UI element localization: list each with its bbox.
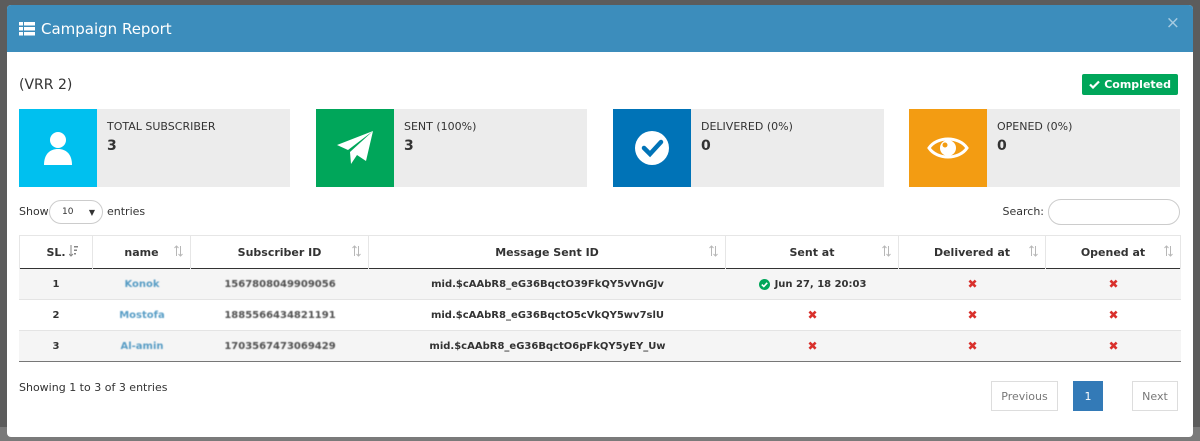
column-header-sl[interactable]: SL. [19,236,93,269]
column-header-delivered-at[interactable]: Delivered at [899,236,1046,269]
cell-message-id: mid.$cAAbR8_eG36BqctO5cVkQY5wv7slU [430,309,665,321]
length-value: 10 [62,207,74,217]
cell-name-link[interactable]: Konok [93,269,191,299]
close-button[interactable]: × [1166,15,1180,32]
sort-icon [709,245,718,257]
cross-icon: ✖ [807,339,818,353]
stat-value: 0 [997,138,1007,154]
paper-plane-icon [316,109,394,187]
cross-icon: ✖ [967,308,978,322]
previous-page-button[interactable]: Previous [991,381,1058,411]
sort-icon [174,245,183,257]
table-row: 2 Mostofa 1885566434821191 mid.$cAAbR8_e… [19,300,1181,331]
status-badge-label: Completed [1104,78,1171,91]
entries-label: entries [107,205,146,218]
page-1-button[interactable]: 1 [1073,381,1103,411]
cell-sent-at: Jun 27, 18 20:03 [726,269,899,299]
search-label: Search: [1002,205,1045,218]
sort-icon [1029,245,1038,257]
eye-icon [909,109,987,187]
list-icon [19,21,35,36]
column-header-message-sent-id[interactable]: Message Sent ID [369,236,726,269]
cross-icon: ✖ [807,308,818,322]
stat-value: 3 [404,138,414,154]
cell-name-link[interactable]: Mostofa [93,300,191,330]
cell-message-id: mid.$cAAbR8_eG36BqctO6pFkQY5yEY_Uw [429,340,666,352]
cell-opened-at: ✖ [1046,300,1181,330]
column-header-name[interactable]: name [93,236,191,269]
cell-message-id: mid.$cAAbR8_eG36BqctO39FkQY5vVnGJv [431,278,664,290]
cross-icon: ✖ [1108,339,1119,353]
sort-icon [882,245,891,257]
sort-amount-icon [69,245,78,257]
cross-icon: ✖ [1108,308,1119,322]
table-info: Showing 1 to 3 of 3 entries [19,381,168,394]
status-badge: Completed [1082,74,1178,95]
table-header: SL. name Subscriber ID Message Sent ID S… [19,235,1181,269]
stat-total-subscriber: TOTAL SUBSCRIBER 3 [19,109,290,187]
search-input[interactable] [1048,199,1180,225]
check-circle-icon [613,109,691,187]
cell-delivered-at: ✖ [899,269,1046,299]
table-body: 1 Konok 1567808049909056 mid.$cAAbR8_eG3… [19,269,1181,362]
stat-value: 0 [701,138,711,154]
stat-label: DELIVERED (0%) [701,120,793,133]
cell-opened-at: ✖ [1046,331,1181,361]
stat-delivered: DELIVERED (0%) 0 [613,109,884,187]
sort-icon [1164,245,1173,257]
cell-delivered-at: ✖ [899,300,1046,330]
cross-icon: ✖ [967,277,978,291]
column-header-sent-at[interactable]: Sent at [726,236,899,269]
cell-sl: 3 [52,340,60,352]
check-circle-icon [758,278,770,290]
table-controls: Show 10 ▼ entries Search: [19,199,1181,229]
caret-down-icon: ▼ [88,208,95,217]
show-label: Show [19,205,49,218]
stat-label: SENT (100%) [404,120,477,133]
campaign-report-modal: Campaign Report × (VRR 2) Completed TOTA… [7,5,1193,437]
cell-subscriber-id: 1885566434821191 [224,309,336,321]
stat-opened: OPENED (0%) 0 [909,109,1180,187]
column-header-subscriber-id[interactable]: Subscriber ID [191,236,369,269]
table-row: 1 Konok 1567808049909056 mid.$cAAbR8_eG3… [19,269,1181,300]
cell-name-link[interactable]: Al-amin [93,331,191,361]
stats-row: TOTAL SUBSCRIBER 3 SENT (100%) 3 DELIVER… [19,109,1181,187]
cross-icon: ✖ [967,339,978,353]
cell-opened-at: ✖ [1046,269,1181,299]
check-icon [1089,80,1100,89]
sort-icon [352,245,361,257]
cell-delivered-at: ✖ [899,331,1046,361]
sent-at-value: Jun 27, 18 20:03 [774,278,867,290]
stat-sent: SENT (100%) 3 [316,109,587,187]
cell-sent-at: ✖ [726,300,899,330]
table-row: 3 Al-amin 1703567473069429 mid.$cAAbR8_e… [19,331,1181,362]
cell-subscriber-id: 1567808049909056 [224,278,336,290]
entries-length-select[interactable]: 10 ▼ [49,200,103,224]
cell-subscriber-id: 1703567473069429 [224,340,336,352]
stat-value: 3 [107,138,117,154]
modal-header: Campaign Report × [7,5,1193,52]
stat-label: TOTAL SUBSCRIBER [107,120,216,133]
cell-sl: 1 [52,278,60,290]
column-header-opened-at[interactable]: Opened at [1046,236,1181,269]
cell-sent-at: ✖ [726,331,899,361]
cell-sl: 2 [52,309,60,321]
report-name: (VRR 2) [19,77,73,93]
modal-title: Campaign Report [41,19,172,38]
user-icon [19,109,97,187]
stat-label: OPENED (0%) [997,120,1073,133]
next-page-button[interactable]: Next [1132,381,1178,411]
cross-icon: ✖ [1108,277,1119,291]
